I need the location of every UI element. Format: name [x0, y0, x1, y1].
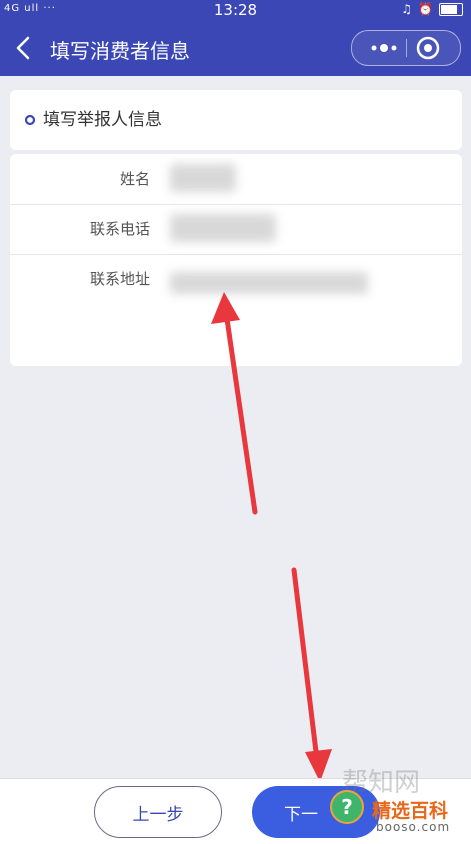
- watermark-name: 精选百科: [372, 800, 449, 822]
- nav-bar: 填写消费者信息: [0, 20, 471, 76]
- reporter-form: 姓名 联系电话 联系地址: [10, 154, 462, 366]
- capsule-divider: [406, 39, 407, 57]
- address-input[interactable]: [170, 272, 368, 294]
- section-header: 填写举报人信息: [10, 90, 462, 150]
- phone-label: 联系电话: [89, 220, 150, 238]
- address-row: 联系地址: [10, 254, 462, 304]
- name-row: 姓名: [10, 154, 462, 205]
- watermark-url: booso.com: [376, 820, 451, 834]
- prev-step-button[interactable]: 上一步: [94, 786, 222, 838]
- status-bar: 4G ull ··· 13:28 ♫ ⏰: [0, 0, 471, 20]
- target-icon[interactable]: [414, 34, 442, 62]
- mute-icon: ♫: [401, 2, 413, 16]
- svg-text:?: ?: [341, 795, 353, 819]
- arrow-to-next: [291, 567, 332, 782]
- alarm-icon: ⏰: [418, 2, 433, 16]
- address-label: 联系地址: [89, 270, 150, 288]
- question-icon: ?: [330, 790, 364, 824]
- section-title: 填写举报人信息: [43, 110, 162, 130]
- name-input[interactable]: [170, 164, 236, 192]
- back-icon[interactable]: [12, 34, 36, 62]
- phone-row: 联系电话: [10, 204, 462, 255]
- ring-icon: [24, 114, 36, 126]
- mini-program-capsule: [351, 30, 461, 66]
- status-icons: ♫ ⏰: [401, 2, 463, 16]
- battery-icon: [439, 2, 463, 16]
- page-title: 填写消费者信息: [50, 39, 190, 63]
- phone-input[interactable]: [170, 214, 276, 242]
- more-icon[interactable]: [362, 31, 406, 65]
- name-label: 姓名: [119, 170, 150, 188]
